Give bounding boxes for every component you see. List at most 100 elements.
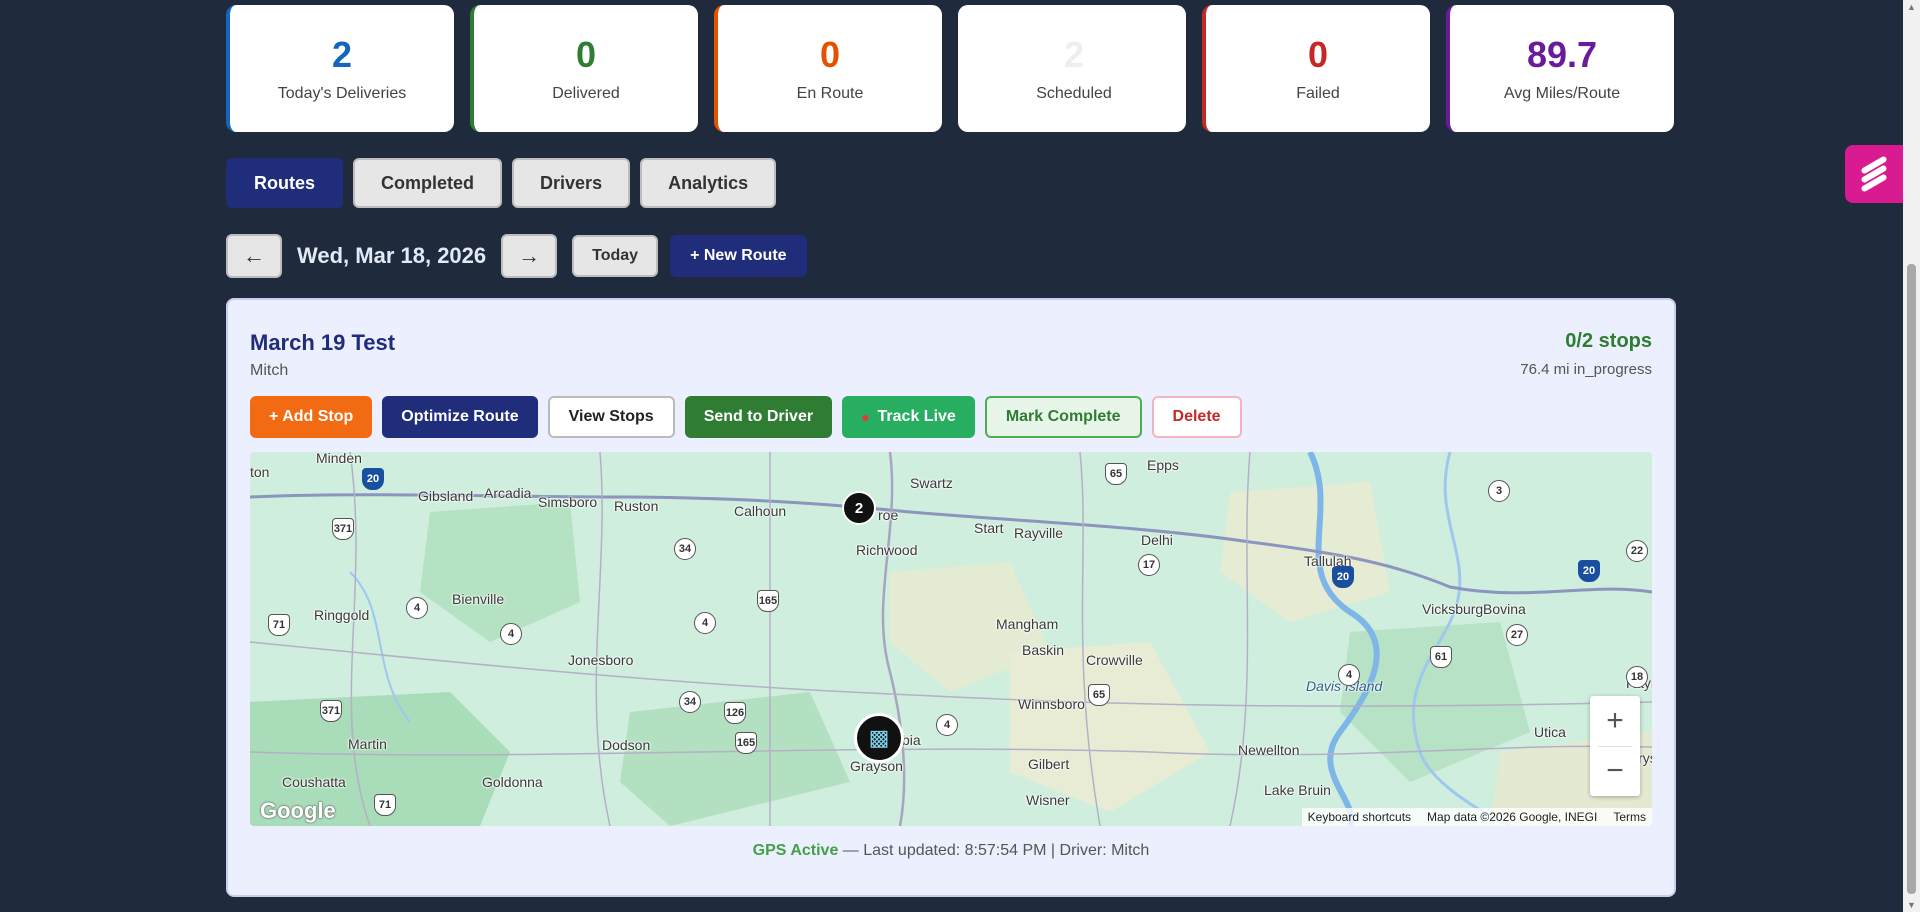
view-stops-button[interactable]: View Stops xyxy=(547,396,675,438)
highway-shield: 34 xyxy=(679,691,701,713)
page-scrollbar[interactable]: ▲ ▼ xyxy=(1903,0,1920,912)
stop-marker[interactable]: 2 xyxy=(842,491,876,525)
stat-label: Scheduled xyxy=(1036,84,1112,102)
google-logo: Google xyxy=(260,798,336,823)
zoom-in-button[interactable]: + xyxy=(1590,696,1640,746)
today-button[interactable]: Today xyxy=(572,235,659,277)
map-place-label: Calhoun xyxy=(734,503,787,519)
map-place-label: Vicksburg xyxy=(1422,601,1484,617)
next-day-button[interactable]: → xyxy=(501,234,558,278)
scroll-up-arrow[interactable]: ▲ xyxy=(1907,2,1916,12)
delete-button[interactable]: Delete xyxy=(1151,396,1242,438)
mark-complete-button[interactable]: Mark Complete xyxy=(984,396,1142,438)
highway-shield: 61 xyxy=(1430,646,1452,668)
map-place-label: Coushatta xyxy=(282,774,346,790)
track-live-button[interactable]: ● Track Live xyxy=(842,396,975,438)
route-name: March 19 Test xyxy=(250,330,396,355)
highway-shield: 3 xyxy=(1488,480,1510,502)
map-place-label: Winnsboro xyxy=(1018,696,1085,712)
map-place-label: Lake Bruin xyxy=(1264,782,1331,798)
main-tabs: Routes Completed Drivers Analytics xyxy=(226,158,777,208)
map-data-text: Map data ©2026 Google, INEGI xyxy=(1427,810,1598,824)
interstate-shield: 20 xyxy=(1332,566,1354,588)
highway-shield: 34 xyxy=(674,538,696,560)
gps-active-label: GPS Active xyxy=(752,842,839,859)
prev-day-button[interactable]: ← xyxy=(226,234,282,278)
send-to-driver-button[interactable]: Send to Driver xyxy=(684,396,833,438)
scroll-down-arrow[interactable]: ▼ xyxy=(1907,900,1916,910)
map-place-label: Minden xyxy=(316,452,362,466)
highway-shield: 71 xyxy=(374,794,396,816)
map-place-label: Baskin xyxy=(1022,642,1065,658)
stat-value: 2 xyxy=(331,33,353,75)
gps-details: — Last updated: 8:57:54 PM | Driver: Mit… xyxy=(838,842,1150,859)
map-place-label: ton xyxy=(250,464,270,480)
highway-shield: 4 xyxy=(406,597,428,619)
track-live-label: Track Live xyxy=(877,408,956,425)
interstate-shield: 20 xyxy=(362,468,384,490)
stat-value: 0 xyxy=(819,33,841,75)
highway-shield: 71 xyxy=(268,614,290,636)
map-place-label: Delhi xyxy=(1141,532,1173,548)
stat-label: Failed xyxy=(1296,84,1340,102)
highway-shield: 18 xyxy=(1626,666,1648,688)
highway-shield: 4 xyxy=(500,623,522,645)
stat-value: 0 xyxy=(575,33,597,75)
map-place-label: Mangham xyxy=(996,616,1059,632)
stat-card-delivered: 0 Delivered xyxy=(470,5,698,132)
stat-value: 2 xyxy=(1063,33,1085,75)
stat-card-en-route: 0 En Route xyxy=(714,5,942,132)
map-place-label: Arcadia xyxy=(484,485,532,501)
route-card: March 19 Test Mitch 0/2 stops 76.4 mi in… xyxy=(226,298,1676,897)
stat-value: 89.7 xyxy=(1526,33,1598,75)
map-terrain xyxy=(250,452,1652,826)
delivery-truck-icon[interactable]: ▩ xyxy=(854,713,904,763)
terms-link[interactable]: Terms xyxy=(1613,810,1646,824)
keyboard-shortcuts-link[interactable]: Keyboard shortcuts xyxy=(1308,810,1411,824)
map-place-label: Dodson xyxy=(602,737,651,753)
map-place-label: Start xyxy=(974,520,1004,536)
highway-shield: 371 xyxy=(320,700,342,722)
highway-shield: 65 xyxy=(1105,463,1127,485)
map-place-label: Richwood xyxy=(856,542,918,558)
new-route-button[interactable]: + New Route xyxy=(670,235,807,277)
map-place-label: Bienville xyxy=(452,591,505,607)
map-place-label: Gibsland xyxy=(418,488,474,504)
stats-row: 2 Today's Deliveries 0 Delivered 0 En Ro… xyxy=(226,5,1674,132)
highway-shield: 4 xyxy=(1338,664,1360,686)
interstate-shield: 20 xyxy=(1578,560,1600,582)
route-driver: Mitch xyxy=(250,362,289,379)
map-place-label: Crowville xyxy=(1086,652,1143,668)
tab-drivers[interactable]: Drivers xyxy=(512,158,631,208)
zoom-out-button[interactable]: − xyxy=(1590,747,1640,797)
route-actions: + Add Stop Optimize Route View Stops Sen… xyxy=(250,396,1242,438)
highway-shield: 27 xyxy=(1506,624,1528,646)
highway-shield: 22 xyxy=(1626,540,1648,562)
map-pin-icon: ● xyxy=(861,409,870,425)
map-place-label: Bovina xyxy=(1483,601,1526,617)
map-place-label: Simsboro xyxy=(538,494,598,510)
highway-shield: 165 xyxy=(757,590,779,612)
map-place-label: roe xyxy=(878,507,899,523)
stat-label: En Route xyxy=(796,84,864,102)
highway-shield: 371 xyxy=(332,518,354,540)
highway-shield: 17 xyxy=(1138,554,1160,576)
date-navigation: ← Wed, Mar 18, 2026 → Today + New Route xyxy=(226,234,807,278)
tab-analytics[interactable]: Analytics xyxy=(640,158,777,208)
stat-label: Today's Deliveries xyxy=(277,84,407,102)
stat-card-scheduled: 2 Scheduled xyxy=(958,5,1186,132)
optimize-route-button[interactable]: Optimize Route xyxy=(382,396,538,438)
route-map[interactable]: Minden Gibsland Arcadia Simsboro Ruston … xyxy=(250,452,1652,826)
tab-completed[interactable]: Completed xyxy=(353,158,503,208)
highway-shield: 4 xyxy=(936,714,958,736)
stat-label: Avg Miles/Route xyxy=(1503,84,1621,102)
map-place-label: Goldonna xyxy=(482,774,543,790)
stat-card-todays-deliveries: 2 Today's Deliveries xyxy=(226,5,454,132)
chat-widget-icon[interactable] xyxy=(1845,145,1903,203)
add-stop-button[interactable]: + Add Stop xyxy=(250,396,373,438)
highway-shield: 126 xyxy=(724,702,746,724)
tab-routes[interactable]: Routes xyxy=(226,158,344,208)
current-date: Wed, Mar 18, 2026 xyxy=(297,243,487,268)
map-place-label: Utica xyxy=(1534,724,1566,740)
scrollbar-thumb[interactable] xyxy=(1907,264,1916,894)
